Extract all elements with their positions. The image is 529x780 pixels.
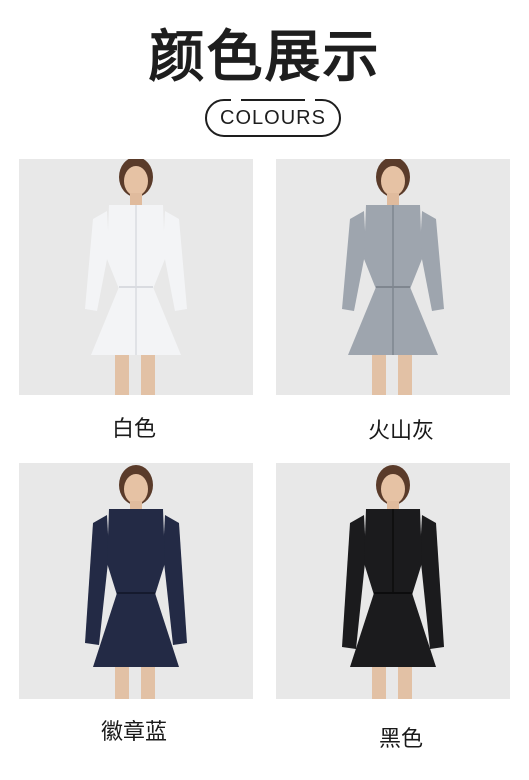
product-photo-black[interactable] [276, 463, 510, 699]
colours-badge: COLOURS [205, 99, 341, 137]
page-title: 颜色展示 [148, 25, 381, 90]
product-photo-white[interactable] [19, 159, 253, 395]
product-photo-volcanic-grey[interactable] [276, 159, 510, 395]
model-illustration [19, 463, 253, 699]
model-illustration [19, 159, 253, 395]
color-label-volcanic-grey: 火山灰 [367, 419, 434, 444]
color-label-black: 黑色 [378, 727, 423, 752]
product-photo-badge-blue[interactable] [19, 463, 253, 699]
model-illustration [276, 463, 510, 699]
color-label-badge-blue: 徽章蓝 [100, 720, 167, 745]
model-illustration [276, 159, 510, 395]
color-label-white: 白色 [111, 417, 156, 442]
